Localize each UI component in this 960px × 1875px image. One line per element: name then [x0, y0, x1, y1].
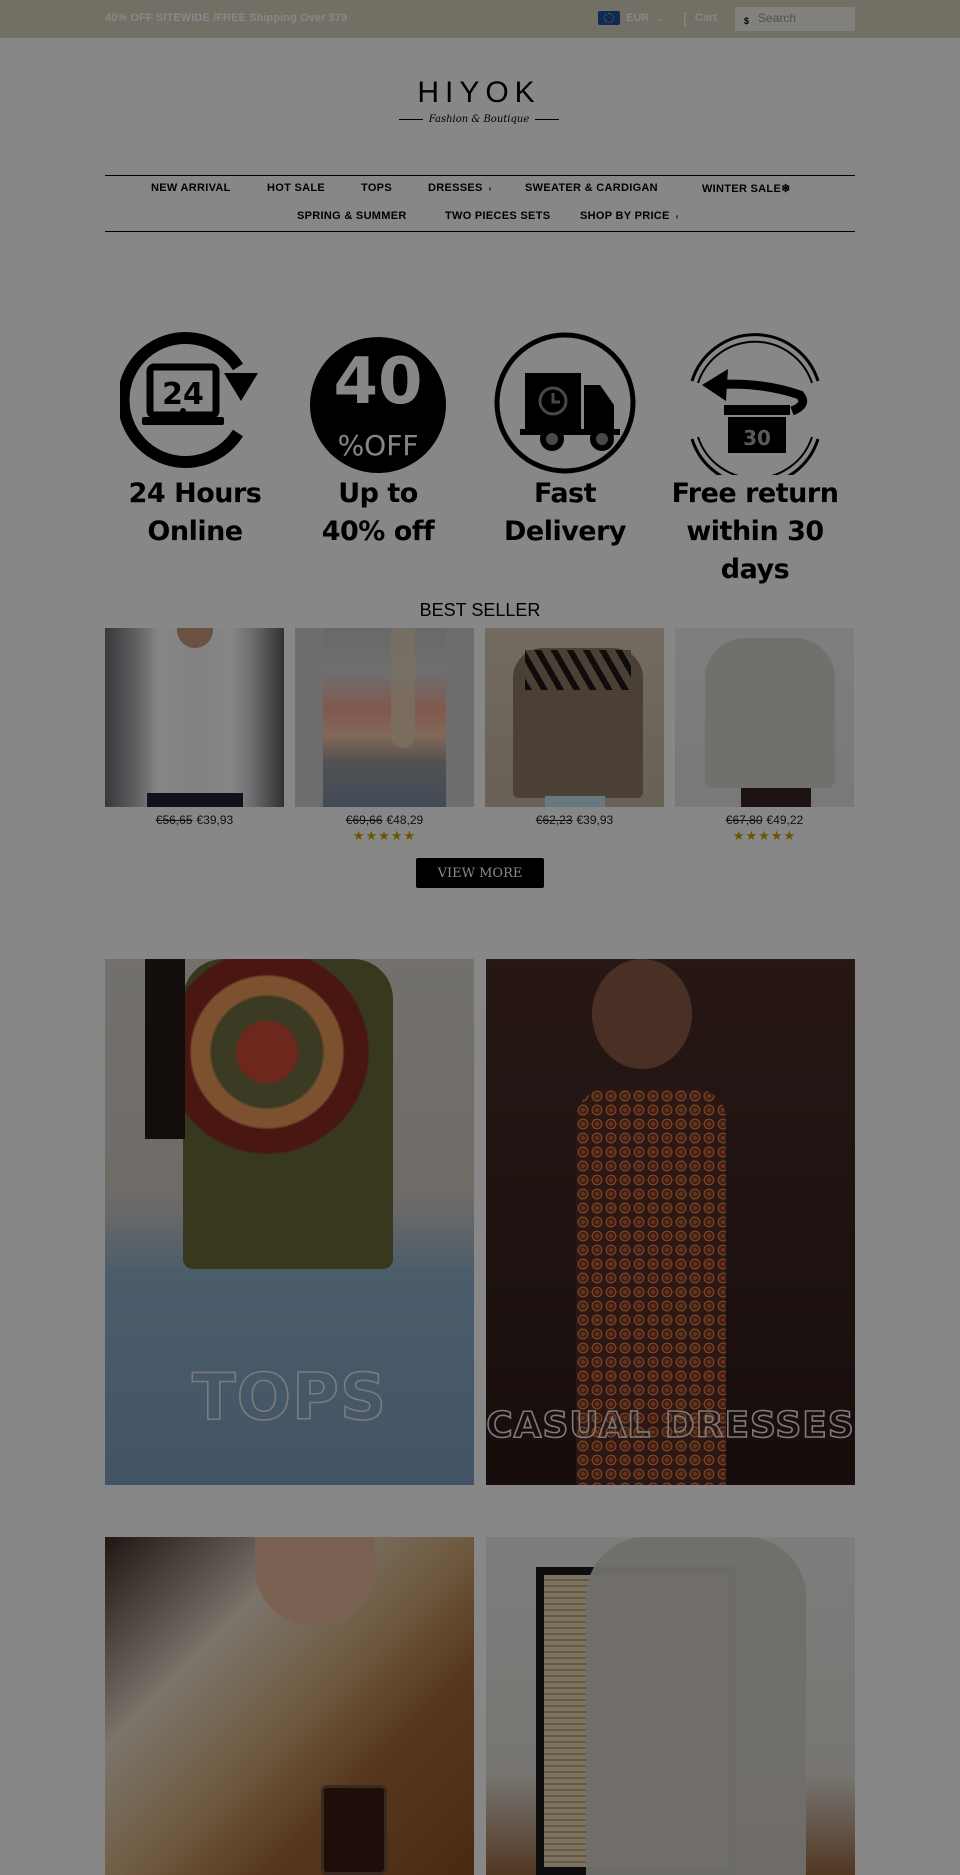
modal-backdrop-overlay[interactable] — [0, 0, 960, 1875]
